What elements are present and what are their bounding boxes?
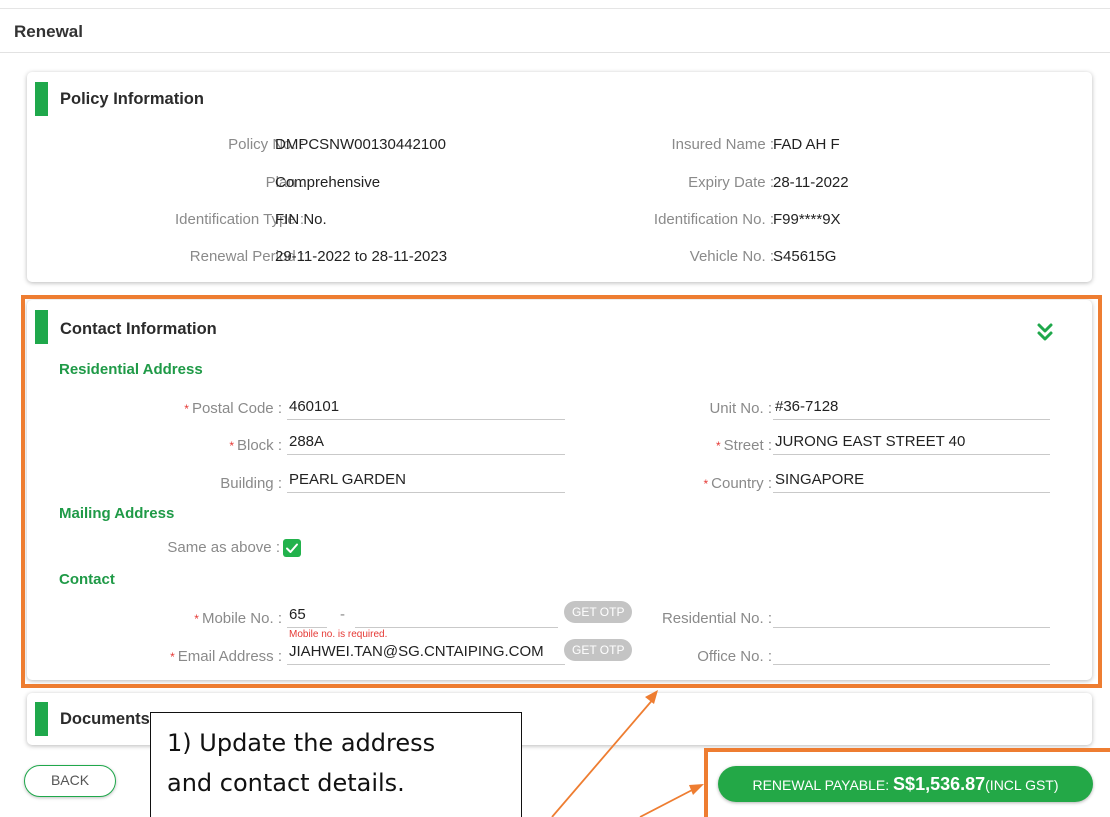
renewal-period-value: 29-11-2022 to 28-11-2023 [275,248,448,265]
insured-name-label: Insured Name : [671,136,774,153]
instruction-line-1: 1) Update the address [167,729,436,757]
instruction-line-2: and contact details. [167,769,405,797]
policy-no-value: DMPCSNW00130442100 [275,136,446,153]
arrow-to-payable [639,787,697,817]
vehicle-no-value: S45615G [773,248,837,265]
identification-no-value: F99****9X [773,211,841,228]
expiry-date-value: 28-11-2022 [773,174,849,191]
top-divider [0,8,1110,9]
identification-no-label: Identification No. : [653,211,774,228]
contact-highlight-box [21,295,1102,688]
arrowhead-payable [689,784,704,795]
insured-name-value: FAD AH F [773,136,840,153]
documents-title: Documents [60,710,150,728]
title-divider [0,52,1110,53]
section-marker [35,82,48,116]
policy-information-card: Policy Information Policy No. : DMPCSNW0… [27,72,1092,282]
identification-type-value: FIN No. [275,211,327,228]
back-button[interactable]: BACK [24,765,116,797]
plan-value: Comprehensive [275,174,381,191]
section-marker [35,702,48,736]
instruction-callout: 1) Update the address and contact detail… [150,712,522,817]
payable-highlight-box [704,748,1110,817]
renewal-page: Renewal Policy Information Policy No. : … [0,0,1110,817]
expiry-date-label: Expiry Date : [688,174,774,191]
vehicle-no-label: Vehicle No. : [689,248,774,265]
page-title: Renewal [14,22,83,41]
policy-information-title: Policy Information [60,90,204,108]
